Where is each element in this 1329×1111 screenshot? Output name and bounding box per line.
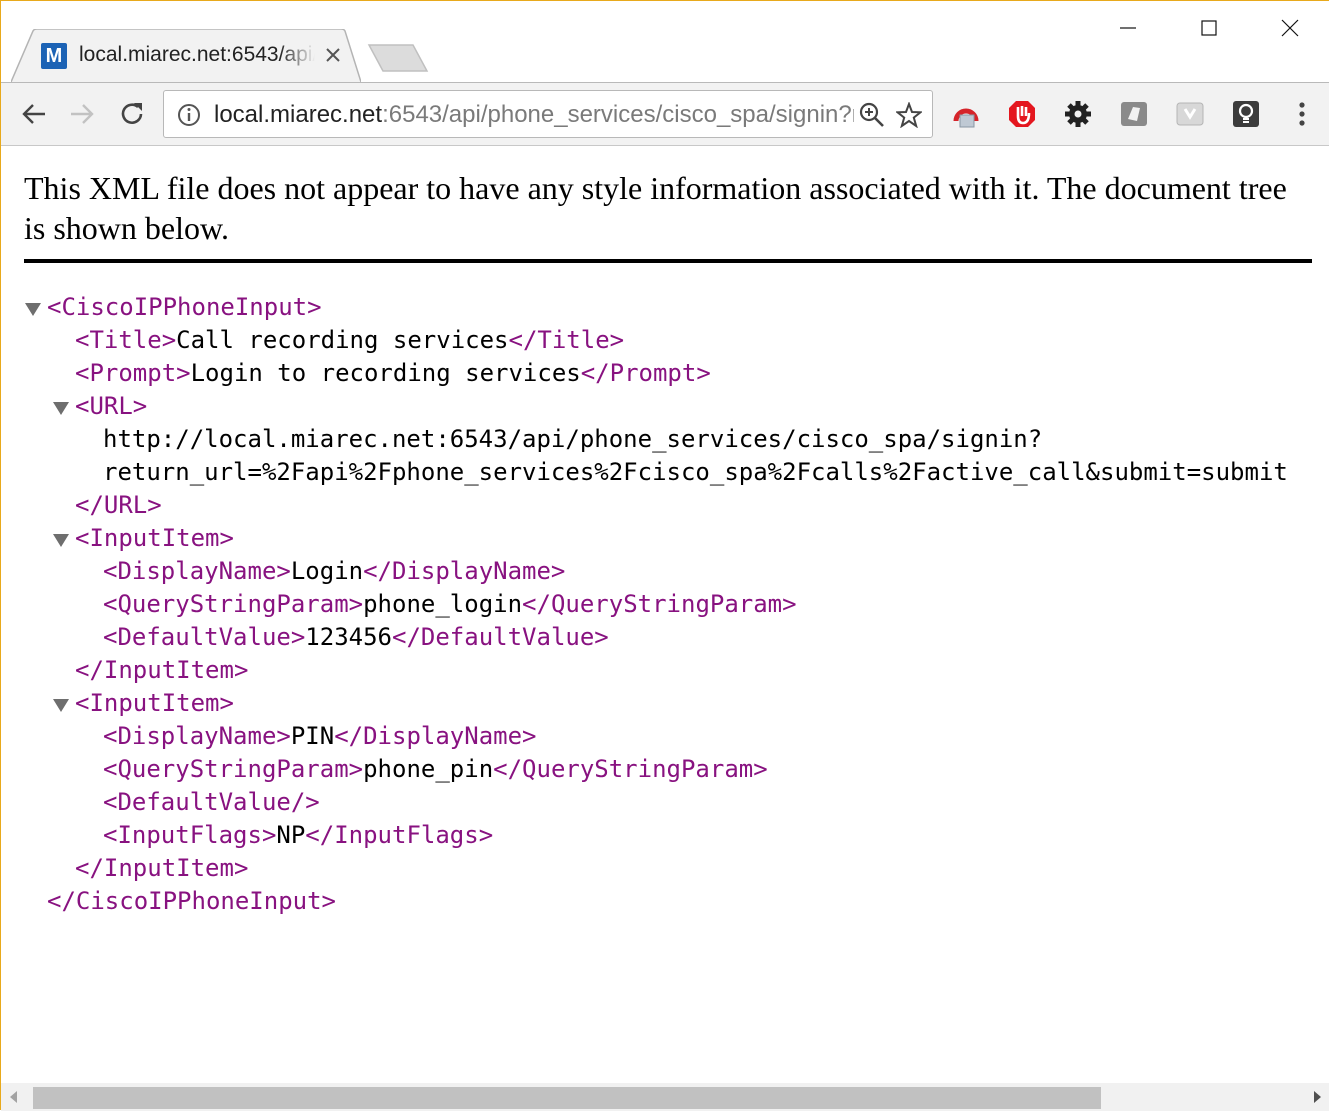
new-tab-button[interactable] <box>367 43 429 73</box>
tab-title: local.miarec.net:6543/api/phone_services… <box>79 43 315 66</box>
maximize-button[interactable] <box>1168 1 1249 55</box>
browser-toolbar: local.miarec.net:6543/api/phone_services… <box>1 82 1329 146</box>
lightbulb-icon <box>1233 101 1259 127</box>
zoom-icon[interactable] <box>859 102 885 128</box>
forward-icon <box>71 104 94 124</box>
collapse-triangle-icon[interactable] <box>53 699 69 712</box>
url-text[interactable]: local.miarec.net:6543/api/phone_services… <box>214 101 854 129</box>
collapse-triangle-icon[interactable] <box>53 402 69 415</box>
extension-icon <box>1121 102 1147 126</box>
xml-root-close: </CiscoIPPhoneInput> <box>47 887 336 915</box>
xml-inputitem-open: <InputItem> <box>75 689 234 717</box>
xml-url-close: </URL> <box>75 491 162 519</box>
xml-inputitem-open: <InputItem> <box>75 524 234 552</box>
scroll-left-arrow-icon[interactable] <box>10 1091 17 1103</box>
forward-button[interactable] <box>65 97 99 131</box>
xml-inputitem-close: </InputItem> <box>75 854 249 882</box>
xml-displayname-line: <DisplayName>Login</DisplayName> <box>103 557 566 585</box>
xml-querystringparam-line: <QueryStringParam>phone_pin</QueryString… <box>103 755 768 783</box>
close-icon <box>1281 19 1298 37</box>
close-window-button[interactable] <box>1249 1 1329 55</box>
browser-tab[interactable]: M local.miarec.net:6543/api/phone_servic… <box>11 29 361 82</box>
url-host: local.miarec.net <box>214 101 383 128</box>
maximize-icon <box>1200 20 1217 36</box>
xml-prompt-line: <Prompt>Login to recording services</Pro… <box>75 359 711 387</box>
xml-displayname-line: <DisplayName>PIN</DisplayName> <box>103 722 537 750</box>
bookmark-star-icon[interactable] <box>896 102 922 128</box>
reload-button[interactable] <box>115 97 149 131</box>
settings-extension-button[interactable] <box>1061 97 1095 131</box>
extension-icon <box>1176 102 1204 126</box>
xml-title-line: <Title>Call recording services</Title> <box>75 326 625 354</box>
info-icon <box>178 104 200 126</box>
xml-root-open: <CiscoIPPhoneInput> <box>47 293 322 321</box>
reload-icon <box>121 103 143 124</box>
extension-button-2[interactable] <box>1117 97 1151 131</box>
back-icon <box>22 104 45 124</box>
tab-close-icon[interactable] <box>323 45 343 65</box>
title-bar: M local.miarec.net:6543/api/phone_servic… <box>1 1 1329 82</box>
divider <box>24 259 1312 263</box>
ublock-icon <box>1009 101 1035 127</box>
xml-defaultvalue-line: <DefaultValue>123456</DefaultValue> <box>103 623 609 651</box>
settings-gear-icon <box>1065 101 1091 127</box>
window-controls <box>1087 1 1329 55</box>
extension-icon <box>953 108 979 128</box>
ublock-button[interactable] <box>1005 97 1039 131</box>
xml-style-notice: This XML file does not appear to have an… <box>24 170 1287 246</box>
extension-button[interactable] <box>949 97 983 131</box>
extension-button-3[interactable] <box>1173 97 1207 131</box>
collapse-triangle-icon[interactable] <box>25 303 41 316</box>
page-content: This XML file does not appear to have an… <box>1 146 1329 1083</box>
url-path: :6543/api/phone_services/cisco_spa/signi… <box>382 101 854 128</box>
xml-url-text: http://local.miarec.net:6543/api/phone_s… <box>103 425 1043 453</box>
xml-querystringparam-line: <QueryStringParam>phone_login</QueryStri… <box>103 590 797 618</box>
minimize-icon <box>1119 27 1136 29</box>
xml-url-text-continued: return_url=%2Fapi%2Fphone_services%2Fcis… <box>103 458 1288 486</box>
scroll-right-arrow-icon[interactable] <box>1314 1091 1321 1103</box>
browser-window: M local.miarec.net:6543/api/phone_servic… <box>0 0 1329 1111</box>
horizontal-scrollbar[interactable] <box>1 1083 1329 1111</box>
xml-inputitem-close: </InputItem> <box>75 656 249 684</box>
xml-defaultvalue-line: <DefaultValue/> <box>103 788 320 816</box>
xml-url-open: <URL> <box>75 392 148 420</box>
xml-inputflags-line: <InputFlags>NP</InputFlags> <box>103 821 494 849</box>
address-bar[interactable]: local.miarec.net:6543/api/phone_services… <box>163 90 933 138</box>
collapse-triangle-icon[interactable] <box>53 534 69 547</box>
minimize-button[interactable] <box>1087 1 1168 55</box>
scrollbar-thumb[interactable] <box>33 1087 1101 1109</box>
miarec-favicon-icon: M <box>41 43 67 69</box>
lightbulb-extension-button[interactable] <box>1229 97 1263 131</box>
browser-menu-button[interactable] <box>1285 97 1319 131</box>
menu-icon <box>1299 102 1305 126</box>
back-button[interactable] <box>17 97 51 131</box>
